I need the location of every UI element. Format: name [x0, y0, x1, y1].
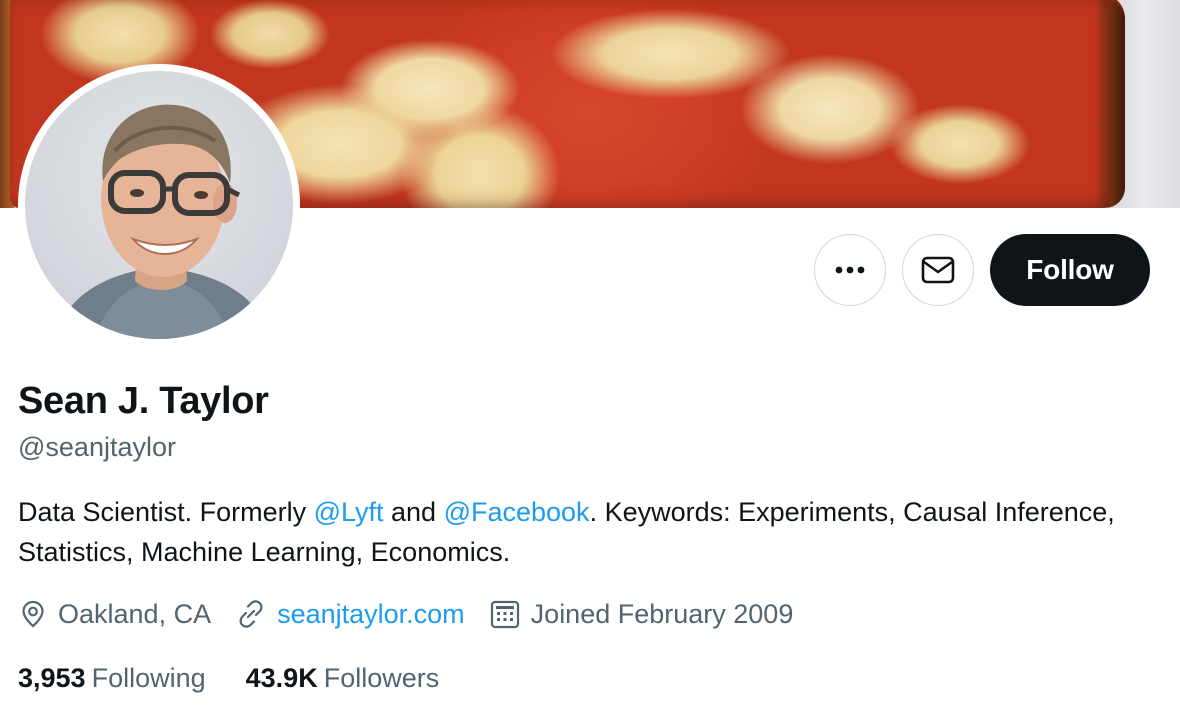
banner-crust-edge — [1095, 0, 1125, 208]
location-text: Oakland, CA — [58, 598, 212, 629]
more-options-button[interactable] — [814, 234, 886, 306]
website-item: seanjtaylor.com — [235, 598, 465, 630]
envelope-icon — [921, 256, 955, 284]
location-pin-icon — [22, 600, 44, 628]
avatar-photo — [25, 71, 293, 339]
profile-meta: Oakland, CA seanjtaylor.com Joined Febru… — [18, 594, 817, 634]
followers-count: 43.9K — [245, 662, 318, 693]
message-button[interactable] — [902, 234, 974, 306]
joined-item: Joined February 2009 — [489, 598, 794, 630]
calendar-icon — [490, 600, 519, 629]
profile-handle: @seanjtaylor — [18, 432, 176, 462]
more-horizontal-icon — [835, 266, 865, 274]
profile-avatar[interactable] — [18, 64, 300, 346]
profile-stats: 3,953 Following 43.9K Followers — [18, 658, 479, 698]
following-label: Following — [91, 662, 206, 693]
mention-facebook-link[interactable]: @Facebook — [444, 497, 590, 527]
link-icon — [239, 600, 263, 628]
follow-button[interactable]: Follow — [990, 234, 1150, 306]
location-item: Oakland, CA — [18, 599, 211, 630]
bio-text: Data Scientist. Formerly — [18, 497, 314, 527]
joined-text: Joined February 2009 — [530, 598, 794, 629]
website-link[interactable]: seanjtaylor.com — [277, 599, 465, 630]
followers-link[interactable]: 43.9K Followers — [246, 663, 440, 694]
mention-lyft-link[interactable]: @Lyft — [314, 497, 384, 527]
followers-label: Followers — [323, 662, 440, 693]
following-link[interactable]: 3,953 Following — [18, 663, 206, 694]
profile-name: Sean J. Taylor — [18, 380, 269, 422]
bio-text: and — [383, 497, 444, 527]
following-count: 3,953 — [18, 662, 86, 693]
profile-bio: Data Scientist. Formerly @Lyft and @Face… — [18, 492, 1138, 572]
